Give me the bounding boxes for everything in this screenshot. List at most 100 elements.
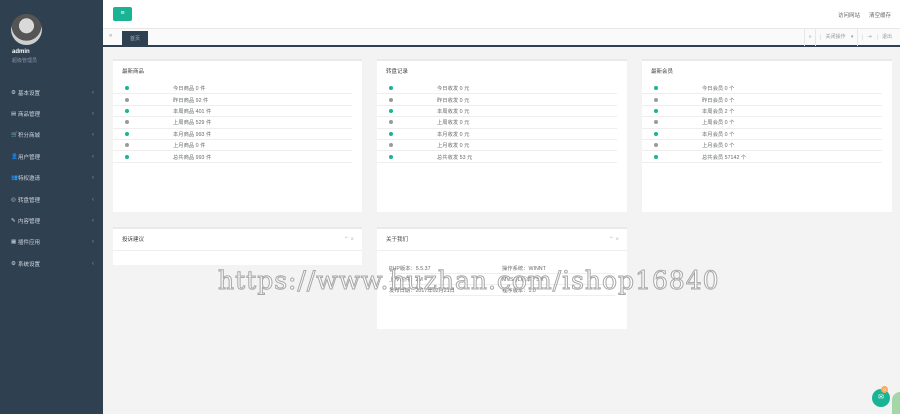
chat-badge: 0 — [881, 386, 888, 393]
watermark: https://www.huzhan.com/ishop16840 — [218, 266, 720, 296]
sidebar-item-8[interactable]: ⚙ 系统设置 ‹ — [0, 253, 103, 274]
top-links: 访问网站 清空缓存 — [838, 11, 891, 19]
status-dot — [389, 154, 393, 159]
status-dot — [125, 143, 129, 148]
close-icon[interactable]: × — [350, 237, 354, 243]
status-dot — [125, 108, 129, 113]
list-item: 本周会员 2 个 — [642, 106, 882, 118]
stat-label: 本周会员 2 个 — [702, 108, 735, 115]
status-dot — [389, 120, 393, 125]
tab-bar: « 首页 » 关闭操作 ▾ ⇥ 退出 — [103, 28, 900, 47]
status-dot — [389, 108, 393, 113]
list-item: 昨日会员 0 个 — [642, 94, 882, 106]
list-item: 上周商品 529 件 — [113, 117, 352, 129]
withdraw-card: 转盘记录 今日收发 0 元昨日收发 0 元本周收发 0 元上周收发 0 元本月收… — [377, 59, 627, 212]
edit-icon: ✎ — [11, 218, 16, 225]
sidebar-item-label: 系统设置 — [18, 261, 41, 268]
close-operations-dropdown[interactable]: 关闭操作 ▾ — [815, 29, 857, 46]
exit-label: 退出 — [876, 34, 896, 40]
status-dot — [654, 154, 658, 159]
sidebar-item-label: 积分商城 — [18, 133, 41, 140]
sidebar-item-0[interactable]: ⚙ 基本设置 ‹ — [0, 82, 103, 103]
feedback-card: 投诉建议 ⌃ × — [113, 227, 362, 265]
sidebar-item-6[interactable]: ✎ 内容管理 ‹ — [0, 210, 103, 231]
list-item: 上月商品 0 件 — [113, 140, 352, 152]
visit-site-link[interactable]: 访问网站 — [838, 11, 860, 19]
sidebar-item-4[interactable]: 👥 特权邀请 ‹ — [0, 168, 103, 189]
chevron-left-icon: ‹ — [92, 175, 94, 182]
goods-card: 最新商品 今日商品 0 件昨日商品 92 件本周商品 401 件上周商品 529… — [113, 59, 362, 212]
sidebar-item-5[interactable]: ◎ 转盘管理 ‹ — [0, 189, 103, 210]
list-item: 昨日收发 0 元 — [377, 94, 617, 106]
list-item: 总共收发 53 元 — [377, 151, 617, 163]
status-dot — [125, 120, 129, 125]
status-dot — [389, 97, 393, 102]
stat-label: 上月收发 0 元 — [437, 143, 470, 150]
side-widget-edge[interactable] — [892, 392, 900, 414]
withdraw-list: 今日收发 0 元昨日收发 0 元本周收发 0 元上周收发 0 元本月收发 0 元… — [377, 83, 627, 163]
sidebar-item-label: 插件应用 — [18, 240, 41, 247]
stat-label: 上月会员 0 个 — [702, 143, 735, 150]
user-name[interactable]: admin — [12, 49, 30, 55]
stat-label: 本周收发 0 元 — [437, 108, 470, 115]
feedback-card-title: 投诉建议 ⌃ × — [113, 229, 362, 251]
status-dot — [654, 97, 658, 102]
grid-icon: ▦ — [11, 239, 17, 246]
stat-label: 总共会员 57142 个 — [702, 154, 747, 161]
stat-label: 本月商品 993 件 — [173, 131, 212, 138]
close-icon[interactable]: × — [615, 237, 619, 243]
list-item: 上周会员 0 个 — [642, 117, 882, 129]
gear-icon: ⚙ — [11, 89, 16, 96]
stat-label: 本月收发 0 元 — [437, 131, 470, 138]
members-card-title: 最新会员 — [651, 69, 674, 75]
list-item: 总共会员 57142 个 — [642, 151, 882, 163]
exit-button[interactable]: ⇥ 退出 — [857, 29, 900, 46]
cart-icon: 🛒 — [11, 132, 18, 139]
double-left-arrow-icon[interactable]: « — [109, 33, 112, 39]
list-item: 本月收发 0 元 — [377, 129, 617, 140]
avatar[interactable] — [11, 14, 42, 45]
status-dot — [125, 86, 129, 91]
status-dot — [654, 131, 658, 136]
sidebar-nav: ⚙ 基本设置 ‹ ▤ 商品管理 ‹ 🛒 积分商城 ‹ 👤 用户管理 ‹ 👥 特权邀请 ‹ ◎ 转盘管理 ‹ ✎ 内容管… — [0, 82, 103, 275]
tab-home[interactable]: 首页 — [122, 31, 149, 47]
stat-label: 本周商品 401 件 — [173, 108, 212, 115]
collapse-icon[interactable]: ⌃ — [344, 237, 349, 243]
user-icon: 👤 — [11, 153, 18, 160]
clear-cache-link[interactable]: 清空缓存 — [869, 11, 891, 19]
sidebar-item-7[interactable]: ▦ 插件应用 ‹ — [0, 232, 103, 253]
double-right-arrow-icon[interactable]: » — [803, 29, 816, 46]
status-dot — [654, 120, 658, 125]
tab-controls: » 关闭操作 ▾ ⇥ 退出 — [803, 29, 900, 46]
cogs-icon: ⚙ — [11, 260, 16, 267]
list-item: 上月会员 0 个 — [642, 140, 882, 152]
list-item: 上周收发 0 元 — [377, 117, 617, 129]
top-bar: ≡ 访问网站 清空缓存 — [103, 0, 900, 28]
sidebar-item-3[interactable]: 👤 用户管理 ‹ — [0, 146, 103, 167]
stat-label: 上周收发 0 元 — [437, 120, 470, 127]
stat-label: 本月会员 0 个 — [702, 131, 735, 138]
stat-label: 今日商品 0 件 — [173, 86, 206, 93]
profile: admin 超级管理员 — [0, 0, 103, 74]
goods-list: 今日商品 0 件昨日商品 92 件本周商品 401 件上周商品 529 件本月商… — [113, 83, 362, 163]
stat-label: 今日会员 0 个 — [702, 86, 735, 93]
chat-icon: ✉ — [878, 394, 884, 401]
status-dot — [654, 108, 658, 113]
stat-label: 昨日会员 0 个 — [702, 97, 735, 104]
list-icon: ▤ — [11, 111, 17, 118]
sidebar-item-label: 内容管理 — [18, 219, 41, 226]
card-tools: ⌃ × — [609, 229, 619, 251]
sidebar-item-1[interactable]: ▤ 商品管理 ‹ — [0, 103, 103, 124]
sidebar-item-2[interactable]: 🛒 积分商城 ‹ — [0, 125, 103, 146]
members-list: 今日会员 0 个昨日会员 0 个本周会员 2 个上周会员 0 个本月会员 0 个… — [642, 83, 892, 163]
about-title-text: 关于我们 — [386, 237, 409, 243]
stat-label: 今日收发 0 元 — [437, 86, 470, 93]
menu-toggle-button[interactable]: ≡ — [113, 7, 132, 21]
collapse-icon[interactable]: ⌃ — [609, 237, 614, 243]
chevron-left-icon: ‹ — [92, 196, 94, 203]
list-item: 昨日商品 92 件 — [113, 94, 352, 106]
list-item: 今日商品 0 件 — [113, 83, 352, 95]
users-icon: 👥 — [11, 175, 18, 182]
hamburger-icon: ≡ — [120, 10, 125, 17]
status-dot — [125, 154, 129, 159]
